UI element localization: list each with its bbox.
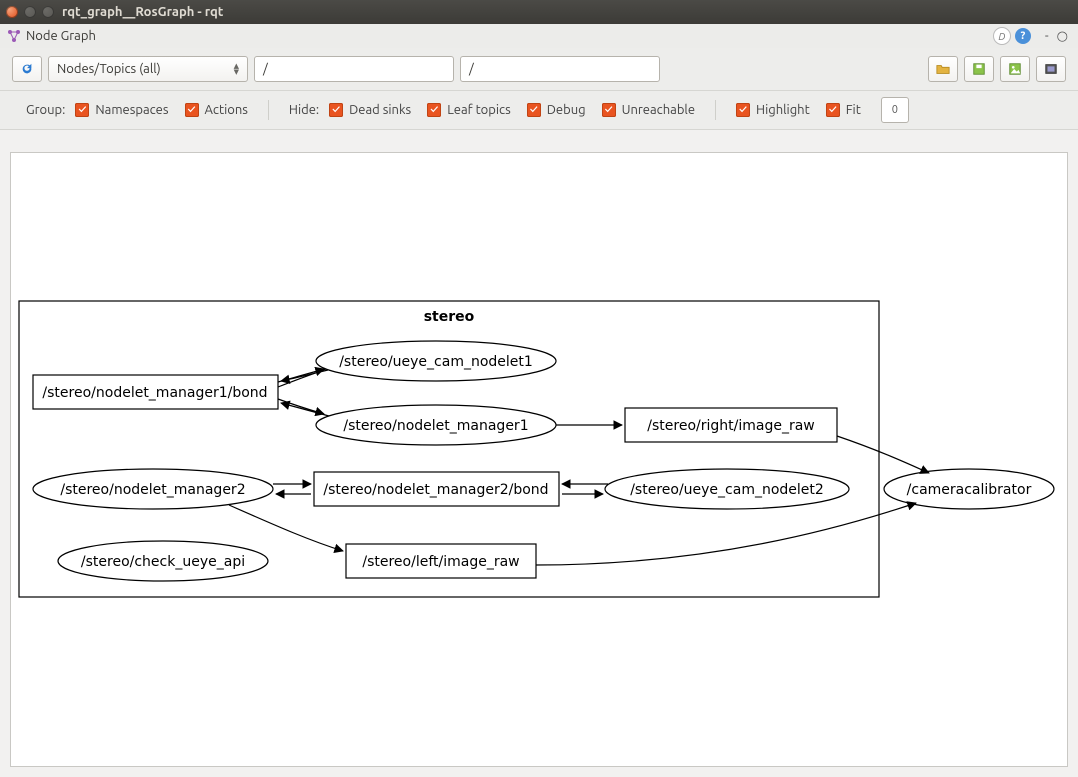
dock-badge-icon[interactable]: D [993,27,1011,45]
svg-text:/stereo/nodelet_manager1/bond: /stereo/nodelet_manager1/bond [42,385,267,401]
checkbox-leaf-topics[interactable]: Leaf topics [427,103,511,117]
checkbox-highlight[interactable]: Highlight [736,103,810,117]
save-image-button[interactable] [1000,56,1030,82]
panel-title: Node Graph [26,29,96,43]
depth-spinner[interactable]: 0 [881,97,909,123]
cluster-label: stereo [424,309,475,325]
topic-filter-input-2[interactable]: / [460,56,660,82]
svg-text:/stereo/nodelet_manager1: /stereo/nodelet_manager1 [343,418,528,434]
svg-text:/stereo/right/image_raw: /stereo/right/image_raw [647,418,814,434]
topic-filter-1-value: / [263,62,268,76]
checkbox-fit[interactable]: Fit [826,103,861,117]
panel-float-button[interactable]: ○ [1053,29,1072,44]
chevron-updown-icon: ▲▼ [234,63,239,75]
svg-text:/stereo/check_ueye_api: /stereo/check_ueye_api [81,554,245,570]
svg-text:/stereo/nodelet_manager2/bond: /stereo/nodelet_manager2/bond [323,482,548,498]
folder-open-icon [936,62,950,76]
checkbox-dead-sinks[interactable]: Dead sinks [329,103,411,117]
save-dot-icon [972,62,986,76]
options-bar: Group: Namespaces Actions Hide: Dead sin… [0,91,1078,130]
ros-graph-svg: stereo /stereo/ueye_cam_nodelet1 /stereo… [11,153,1067,766]
panel-icon [6,28,22,44]
panel-minimize-button[interactable]: - [1041,29,1053,43]
group-label: Group: [26,103,65,117]
checkbox-debug[interactable]: Debug [527,103,586,117]
checkbox-namespaces[interactable]: Namespaces [75,103,168,117]
screenshot-icon [1044,62,1058,76]
svg-text:/stereo/nodelet_manager2: /stereo/nodelet_manager2 [60,482,245,498]
graph-canvas[interactable]: stereo /stereo/ueye_cam_nodelet1 /stereo… [10,152,1068,767]
window-titlebar: rqt_graph__RosGraph - rqt [0,0,1078,24]
topic-filter-input-1[interactable]: / [254,56,454,82]
window-title: rqt_graph__RosGraph - rqt [62,5,223,19]
svg-text:/cameracalibrator: /cameracalibrator [907,482,1032,498]
window-minimize-button[interactable] [24,6,36,18]
window-close-button[interactable] [6,6,18,18]
topic-filter-2-value: / [469,62,474,76]
svg-text:/stereo/left/image_raw: /stereo/left/image_raw [362,554,519,570]
checkbox-unreachable[interactable]: Unreachable [602,103,695,117]
checkbox-actions[interactable]: Actions [185,103,248,117]
screenshot-button[interactable] [1036,56,1066,82]
open-file-button[interactable] [928,56,958,82]
save-image-icon [1008,62,1022,76]
refresh-icon [20,62,34,76]
help-icon[interactable]: ? [1015,28,1031,44]
toolbar: Nodes/Topics (all) ▲▼ / / [0,48,1078,91]
mode-selector-value: Nodes/Topics (all) [57,62,161,76]
hide-label: Hide: [289,103,319,117]
mode-selector[interactable]: Nodes/Topics (all) ▲▼ [48,56,248,82]
window-maximize-button[interactable] [42,6,54,18]
panel-header: Node Graph D ? - ○ [0,24,1078,48]
svg-text:/stereo/ueye_cam_nodelet1: /stereo/ueye_cam_nodelet1 [339,354,533,370]
refresh-button[interactable] [12,56,42,82]
save-dot-button[interactable] [964,56,994,82]
svg-text:/stereo/ueye_cam_nodelet2: /stereo/ueye_cam_nodelet2 [630,482,824,498]
